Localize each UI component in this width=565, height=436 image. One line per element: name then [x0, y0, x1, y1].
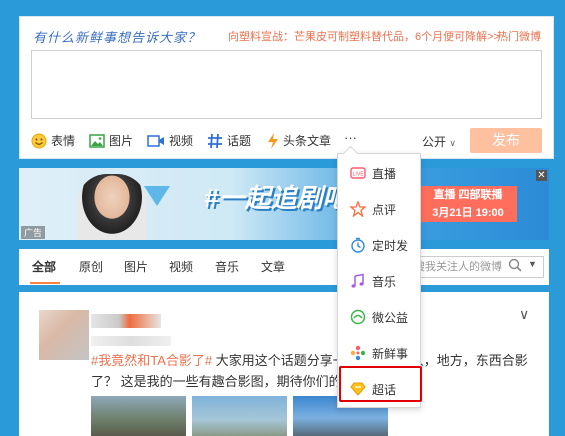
news-icon	[350, 345, 366, 361]
feed-card: ∨ #我竟然和TA合影了# 大家用这个话题分享一下自己和名人，地方，东西合影 了…	[19, 292, 549, 436]
image-label: 图片	[109, 134, 134, 148]
svg-text:LIVE: LIVE	[353, 172, 364, 178]
topic-button[interactable]: 话题	[207, 132, 251, 149]
composer-toolbar: 表情 图片 视频 话题 头条文章 ··· 公开 ∨ 发布	[20, 128, 555, 154]
image-icon	[89, 133, 105, 148]
post-image[interactable]	[91, 396, 186, 436]
banner-slogan: #一起追剧吧	[204, 183, 349, 213]
live-icon: LIVE	[350, 165, 366, 181]
ad-label: 广告	[21, 226, 46, 239]
more-icon: ···	[344, 130, 357, 145]
menu-item-label: 点评	[372, 202, 397, 217]
lightning-icon	[267, 132, 279, 149]
more-button[interactable]: ···	[344, 130, 357, 145]
video-label: 视频	[169, 134, 194, 148]
tab-original[interactable]: 原创	[79, 258, 103, 275]
emoji-icon	[31, 133, 47, 149]
caret-down-icon[interactable]: ▼	[528, 259, 537, 269]
ad-banner[interactable]: #一起追剧吧 直播 四部联播 3月21日 19:00 广告 ✕	[19, 168, 549, 240]
visibility-label: 公开	[422, 135, 447, 149]
chevron-down-icon: ∨	[449, 138, 456, 148]
publish-button[interactable]: 发布	[470, 128, 542, 153]
post-hashtag[interactable]: #我竟然和TA合影了#	[91, 353, 212, 368]
review-icon	[350, 201, 366, 217]
timer-icon	[350, 237, 366, 253]
post-textarea[interactable]	[31, 50, 542, 119]
visibility-selector[interactable]: 公开 ∨	[422, 133, 456, 150]
video-icon	[147, 134, 165, 148]
emoji-label: 表情	[51, 134, 76, 148]
video-button[interactable]: 视频	[147, 132, 193, 149]
feed-search-input[interactable]: 搜我关注人的微博	[409, 256, 544, 278]
tab-all[interactable]: 全部	[32, 258, 56, 275]
menu-item-live[interactable]: LIVE 直播	[338, 158, 420, 188]
post-image[interactable]	[192, 396, 287, 436]
menu-item-label: 定时发	[372, 238, 409, 253]
menu-item-label: 微公益	[372, 310, 409, 325]
composer-prompt: 有什么新鲜事想告诉大家？	[33, 30, 202, 45]
avatar[interactable]	[39, 310, 89, 360]
menu-item-schedule[interactable]: 定时发	[338, 230, 420, 260]
emoji-button[interactable]: 表情	[31, 132, 75, 149]
banner-schedule-line1: 直播 四部联播	[433, 189, 503, 201]
menu-item-label: 音乐	[372, 274, 397, 289]
banner-schedule-line2: 3月21日 19:00	[432, 207, 504, 219]
active-tab-indicator	[30, 282, 60, 284]
chevron-down-icon[interactable]: ∨	[519, 306, 529, 323]
post-composer: 有什么新鲜事想告诉大家？ 向塑料宣战：芒果皮可制塑料替代品，6个月便可降解>> …	[19, 16, 554, 159]
topic-label: 话题	[227, 134, 252, 148]
tab-video[interactable]: 视频	[169, 258, 193, 275]
article-button[interactable]: 头条文章	[267, 132, 331, 149]
menu-item-news[interactable]: 新鲜事	[338, 338, 420, 368]
menu-item-charity[interactable]: 微公益	[338, 302, 420, 332]
tab-articles[interactable]: 文章	[261, 258, 285, 275]
highlight-box	[339, 366, 422, 402]
close-icon[interactable]: ✕	[536, 170, 547, 181]
banner-schedule: 直播 四部联播 3月21日 19:00	[419, 186, 517, 222]
menu-item-label: 新鲜事	[372, 346, 409, 361]
hashtag-icon	[207, 133, 223, 149]
feed-tabs: 全部 原创 图片 视频 音乐 文章 搜我关注人的微博 ▼	[19, 249, 549, 285]
banner-portrait	[77, 174, 147, 240]
promo-link[interactable]: 向塑料宣战：芒果皮可制塑料替代品，6个月便可降解>>	[228, 28, 500, 44]
post-text-line2: 了？ 这是我的一些有趣合影图，期待你们的！	[91, 374, 355, 389]
tab-images[interactable]: 图片	[124, 258, 148, 275]
hot-weibo-link[interactable]: 热门微博	[497, 28, 541, 44]
image-button[interactable]: 图片	[89, 132, 133, 149]
menu-item-review[interactable]: 点评	[338, 194, 420, 224]
tab-music[interactable]: 音乐	[215, 258, 239, 275]
search-icon[interactable]	[508, 258, 522, 277]
play-triangle-icon	[144, 186, 170, 206]
charity-icon	[350, 309, 366, 325]
post-text: #我竟然和TA合影了# 大家用这个话题分享一下自己和名人，地方，东西合影 了？ …	[91, 350, 541, 392]
menu-item-label: 直播	[372, 166, 397, 181]
menu-item-music[interactable]: 音乐	[338, 266, 420, 296]
post-meta-blurred	[91, 336, 171, 346]
music-icon	[350, 273, 366, 289]
username-blurred[interactable]	[91, 314, 161, 328]
article-label: 头条文章	[283, 134, 332, 148]
